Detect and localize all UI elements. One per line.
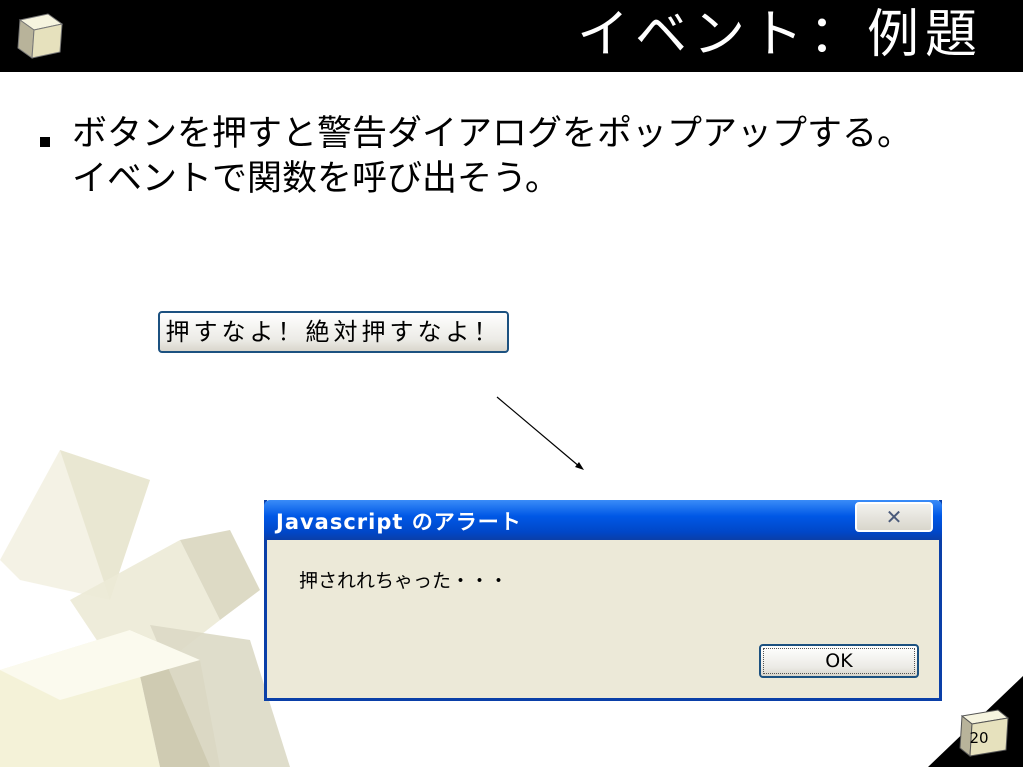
page-number: 20 — [969, 729, 989, 747]
decorative-cubes — [0, 450, 290, 767]
alert-message: 押されれちゃった・・・ — [299, 570, 509, 592]
alert-title-bar: Javascript のアラート ✕ — [264, 500, 942, 540]
close-icon: ✕ — [885, 505, 903, 529]
close-button[interactable]: ✕ — [855, 502, 933, 532]
page-corner-decoration — [928, 676, 1023, 767]
ok-button[interactable]: OK — [759, 644, 919, 678]
alert-dialog: Javascript のアラート ✕ 押されれちゃった・・・ OK — [264, 500, 942, 701]
alert-title: Javascript のアラート — [276, 510, 522, 534]
